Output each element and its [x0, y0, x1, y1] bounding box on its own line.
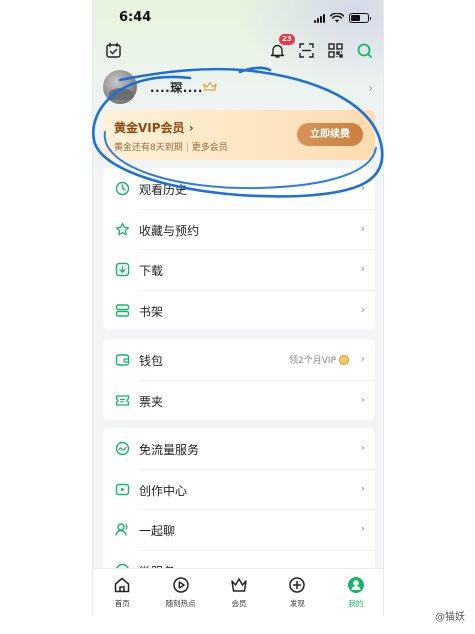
renew-button[interactable]: 立即续费 — [297, 123, 363, 146]
tab-home[interactable]: 首页 — [93, 569, 151, 616]
checkin-calendar-icon[interactable] — [103, 40, 123, 60]
menu-item-favorites[interactable]: 收藏与预约 › — [103, 208, 375, 250]
chevron-right-icon: › — [360, 302, 365, 316]
header-toolbar: 23 — [93, 34, 383, 64]
vip-separator: | — [185, 143, 189, 153]
crown-icon — [231, 578, 247, 592]
phone-screenshot-frame: 6:44 23 ....琛.... › 黄金VIP会员 › 黄金还有8天到期 |… — [0, 0, 475, 634]
clock-icon — [115, 181, 130, 196]
battery-icon — [349, 13, 371, 23]
tab-label: 随刻热点 — [165, 599, 196, 608]
chat-icon — [115, 523, 128, 536]
menu-item-watch-history[interactable]: 观看历史 › — [103, 168, 375, 209]
vip-expiry: 黄金还有8天到期 — [114, 143, 183, 153]
signal-icon — [314, 13, 325, 23]
tab-label: 会员 — [231, 599, 247, 608]
menu-item-label: 钱包 — [139, 354, 164, 368]
tab-label: 首页 — [114, 599, 130, 608]
menu-item-label: 书架 — [139, 304, 164, 319]
star-icon — [115, 222, 130, 235]
search-icon[interactable] — [354, 40, 374, 60]
vip-more-benefits[interactable]: 更多会员 — [192, 143, 228, 153]
menu-item-chat-together[interactable]: 一起聊 › — [103, 509, 375, 550]
ticket-icon — [115, 394, 130, 406]
avatar[interactable] — [103, 70, 137, 104]
app-screen: 6:44 23 ....琛.... › 黄金VIP会员 › 黄金还有8天到期 |… — [92, 0, 384, 616]
chevron-right-icon: › — [360, 441, 365, 454]
status-time: 6:44 — [119, 10, 152, 25]
menu-item-bookshelf[interactable]: 书架 › — [103, 289, 375, 331]
wallet-promo[interactable]: 领2个月VIP — [289, 353, 349, 366]
vip-membership-card[interactable]: 黄金VIP会员 › 黄金还有8天到期 | 更多会员 立即续费 — [103, 110, 375, 160]
smiley-icon — [339, 354, 349, 365]
bottom-tab-bar: 首页 随刻热点 会员 发现 我的 — [93, 568, 383, 616]
menu-item-data-free[interactable]: 免流量服务 › — [103, 428, 375, 469]
qr-code-icon[interactable] — [325, 40, 345, 60]
tab-hot[interactable]: 随刻热点 — [151, 569, 209, 616]
profile-header[interactable]: ....琛.... › — [103, 70, 375, 106]
status-icons — [314, 12, 371, 24]
wifi-icon — [330, 13, 344, 23]
tab-me[interactable]: 我的 — [327, 569, 383, 616]
menu-item-ticket[interactable]: 票夹 › — [103, 379, 375, 421]
tab-discover[interactable]: 发现 — [268, 569, 326, 616]
menu-item-creator-center[interactable]: 创作中心 › — [103, 468, 375, 510]
chevron-right-icon: › — [360, 262, 365, 275]
profile-icon — [347, 577, 364, 593]
bookshelf-icon — [115, 303, 130, 317]
menu-group-wallet: 钱包 领2个月VIP › 票夹 › — [103, 339, 375, 420]
wallet-promo-text: 领2个月VIP — [289, 356, 336, 366]
menu-item-label: 下载 — [139, 264, 164, 278]
menu-item-label: 票夹 — [139, 394, 164, 409]
menu-group-library: 观看历史 › 收藏与预约 › 下载 › 书架 › — [103, 168, 375, 330]
tab-label: 我的 — [348, 599, 364, 608]
vip-subtitle: 黄金还有8天到期 | 更多会员 — [114, 140, 228, 153]
tab-vip[interactable]: 会员 — [210, 569, 268, 616]
menu-item-label: 收藏与预约 — [139, 223, 200, 238]
chevron-right-icon: › — [360, 221, 365, 235]
vip-title[interactable]: 黄金VIP会员 › — [114, 119, 194, 136]
vip-crown-icon — [203, 81, 217, 91]
notification-badge: 23 — [279, 34, 295, 45]
chevron-right-icon: › — [360, 181, 365, 194]
scan-icon[interactable] — [296, 40, 316, 60]
create-icon — [115, 483, 130, 495]
home-icon — [114, 577, 130, 593]
menu-item-download[interactable]: 下载 › — [103, 249, 375, 290]
discover-icon — [289, 577, 306, 593]
chevron-right-icon: › — [360, 352, 365, 365]
menu-group-services: 免流量服务 › 创作中心 › 一起聊 › 微服务 — [103, 428, 375, 578]
wave-icon — [115, 441, 130, 456]
username: ....琛.... — [150, 81, 203, 95]
chevron-right-icon: › — [360, 481, 365, 495]
download-icon — [115, 262, 130, 277]
menu-item-label: 创作中心 — [139, 483, 188, 498]
chevron-right-icon: › — [360, 392, 365, 406]
tab-label: 发现 — [289, 599, 305, 608]
wallet-icon — [115, 354, 130, 366]
status-bar: 6:44 — [93, 0, 383, 36]
menu-item-label: 免流量服务 — [139, 443, 200, 457]
chevron-right-icon: › — [360, 522, 365, 535]
chevron-right-icon: › — [368, 81, 373, 95]
notification-bell-icon[interactable]: 23 — [267, 34, 295, 60]
watermark: @猫妖 — [435, 612, 465, 623]
play-icon — [172, 577, 189, 593]
menu-item-label: 观看历史 — [139, 183, 188, 197]
menu-item-wallet[interactable]: 钱包 领2个月VIP › — [103, 339, 375, 380]
menu-item-label: 一起聊 — [139, 524, 176, 538]
